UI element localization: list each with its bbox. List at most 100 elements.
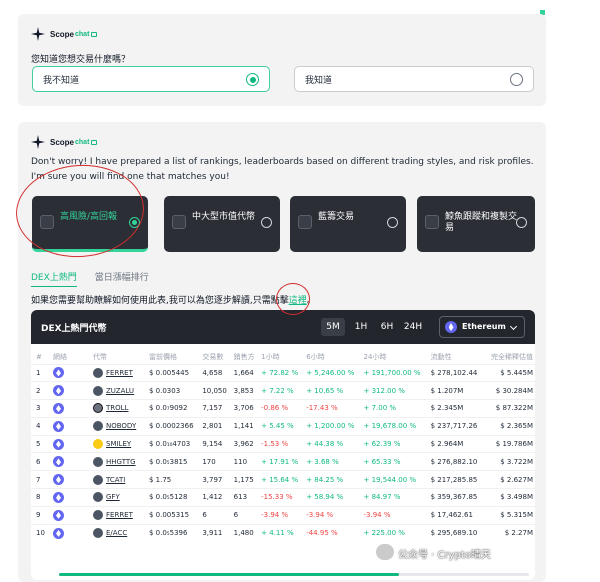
cell-24h: + 19,678.00 % bbox=[361, 416, 429, 436]
brand-ai: chat bbox=[75, 138, 90, 146]
strategy-blue-chip[interactable]: 藍籌交易 bbox=[290, 196, 406, 252]
token-icon bbox=[93, 492, 103, 503]
cell-txns: 6 bbox=[200, 505, 232, 525]
cell-liquidity: $ 237,717.26 bbox=[428, 416, 485, 436]
table-header-bar: DEX上熱門代幣 5M 1H 6H 24H Ethereum bbox=[31, 310, 535, 344]
cell-network bbox=[51, 523, 91, 542]
cell-fdv: $ 2.365M bbox=[484, 416, 535, 436]
cell-24h: -3.94 % bbox=[361, 505, 429, 525]
table-row[interactable]: 5 SMILEY $ 0.0₁₀4703 9,154 3,962 -1.53 % + 44.… bbox=[31, 434, 535, 453]
radio-empty-icon[interactable] bbox=[516, 217, 527, 228]
ethereum-icon bbox=[53, 438, 64, 450]
cell-makers: 3,962 bbox=[231, 434, 260, 453]
brand-name: Scope bbox=[50, 137, 75, 147]
ethereum-icon bbox=[53, 456, 64, 468]
token-name-link[interactable]: ZUZALU bbox=[106, 387, 134, 395]
radio-empty-icon[interactable] bbox=[387, 217, 398, 228]
timeframe-24h[interactable]: 24H bbox=[401, 318, 425, 336]
cell-rank: 10 bbox=[31, 523, 51, 542]
smiley-token-icon bbox=[93, 439, 103, 450]
cell-txns: 3,797 bbox=[200, 470, 232, 489]
radio-empty-icon[interactable] bbox=[261, 217, 272, 228]
timeframe-5m[interactable]: 5M bbox=[321, 318, 345, 336]
tab-dex-trending[interactable]: DEX上熱門 bbox=[31, 270, 77, 287]
strategy-whale-tracking[interactable]: 鯨魚跟蹤和複製交易 bbox=[417, 196, 535, 252]
cell-liquidity: $ 1.207M bbox=[428, 381, 485, 400]
timeframe-1h[interactable]: 1H bbox=[349, 318, 373, 336]
ethereum-icon bbox=[53, 509, 64, 521]
table-row[interactable]: 7 TCATI $ 1.75 3,797 1,175 + 15.64 % + 84.25 %… bbox=[31, 470, 535, 489]
token-table-panel: DEX上熱門代幣 5M 1H 6H 24H Ethereum # 網絡 代幣 當… bbox=[31, 310, 535, 580]
table-row[interactable]: 3 TROLL $ 0.0₇9092 7,157 3,706 -0.86 % -17.43 … bbox=[31, 399, 535, 418]
table-row[interactable]: 10 E/ACC $ 0.0₅5396 3,911 1,480 + 4.11 % -44.9… bbox=[31, 523, 535, 542]
token-name-link[interactable]: SMILEY bbox=[106, 440, 131, 448]
cell-makers: 1,664 bbox=[231, 363, 260, 382]
token-name-link[interactable]: E/ACC bbox=[106, 529, 127, 537]
cell-txns: 7,157 bbox=[200, 399, 232, 418]
cell-token[interactable]: FERRET bbox=[91, 505, 147, 525]
cell-network bbox=[51, 416, 91, 436]
radio-empty-icon[interactable] bbox=[510, 73, 523, 86]
monitor-icon bbox=[425, 215, 439, 229]
cell-token[interactable]: HHGTTG bbox=[91, 452, 147, 471]
cell-24h: + 191,700.00 % bbox=[361, 363, 429, 382]
cell-fdv: $ 19.786M bbox=[484, 434, 535, 453]
radio-selected-icon[interactable] bbox=[246, 73, 259, 86]
token-name-link[interactable]: TCATI bbox=[106, 476, 125, 484]
timeframe-6h[interactable]: 6H bbox=[375, 318, 399, 336]
chain-label: Ethereum bbox=[462, 322, 506, 331]
subtabs: DEX上熱門 當日漲幅排行 bbox=[31, 270, 167, 287]
cell-6h: + 84.25 % bbox=[304, 470, 362, 489]
col-rank: # bbox=[36, 352, 42, 361]
option-know[interactable]: 我知道 bbox=[294, 66, 534, 92]
strategy-label: 藍籌交易 bbox=[318, 212, 355, 222]
chain-select[interactable]: Ethereum bbox=[439, 316, 525, 338]
cell-token[interactable]: TROLL bbox=[91, 399, 147, 418]
cell-token[interactable]: NOBODY bbox=[91, 416, 147, 436]
cell-price: $ 0.0₅5128 bbox=[147, 488, 201, 507]
ethereum-icon bbox=[53, 402, 64, 414]
table-row[interactable]: 4 NOBODY $ 0.0002366 2,801 1,141 + 5.45 % + 1,… bbox=[31, 416, 535, 436]
cell-price: $ 0.005315 bbox=[147, 505, 201, 525]
cell-token[interactable]: TCATI bbox=[91, 470, 147, 489]
cell-network bbox=[51, 381, 91, 400]
cell-rank: 7 bbox=[31, 470, 51, 489]
cell-token[interactable]: ZUZALU bbox=[91, 381, 147, 400]
token-name-link[interactable]: TROLL bbox=[106, 404, 128, 412]
cell-token[interactable]: FERRET bbox=[91, 363, 147, 382]
cell-24h: + 19,544.00 % bbox=[361, 470, 429, 489]
cell-token[interactable]: SMILEY bbox=[91, 434, 147, 453]
ethereum-icon bbox=[53, 491, 64, 503]
option-dont-know[interactable]: 我不知道 bbox=[32, 66, 270, 92]
cell-1h: -3.94 % bbox=[259, 505, 305, 525]
token-name-link[interactable]: NOBODY bbox=[106, 422, 136, 430]
cell-token[interactable]: GFY bbox=[91, 488, 147, 507]
table-row[interactable]: 2 ZUZALU $ 0.0303 10,050 3,853 + 7.22 % + 10.6… bbox=[31, 381, 535, 400]
token-name-link[interactable]: GFY bbox=[106, 493, 120, 501]
cell-token[interactable]: E/ACC bbox=[91, 523, 147, 542]
cell-rank: 3 bbox=[31, 399, 51, 418]
troll-token-icon bbox=[93, 403, 103, 414]
table-row[interactable]: 9 FERRET $ 0.005315 6 6 -3.94 % -3.94 % -3.94 %… bbox=[31, 505, 535, 525]
token-name-link[interactable]: FERRET bbox=[106, 511, 133, 519]
cell-txns: 2,801 bbox=[200, 416, 232, 436]
cell-txns: 3,911 bbox=[200, 523, 232, 542]
tab-daily-gainers[interactable]: 當日漲幅排行 bbox=[95, 270, 149, 287]
scrollbar-thumb[interactable] bbox=[59, 573, 399, 576]
table-scrollbar[interactable] bbox=[59, 573, 529, 576]
table-row[interactable]: 1 FERRET $ 0.005445 4,658 1,664 + 72.82 % + 5,… bbox=[31, 363, 535, 382]
table-row[interactable]: 6 HHGTTG $ 0.0₅3815 170 110 + 17.91 % + 3.68 %… bbox=[31, 452, 535, 471]
cell-1h: + 5.45 % bbox=[259, 416, 305, 436]
ethereum-icon bbox=[53, 367, 64, 379]
wechat-icon bbox=[376, 544, 394, 560]
cell-6h: + 58.94 % bbox=[304, 488, 362, 507]
table-row[interactable]: 8 GFY $ 0.0₅5128 1,412 613 -15.33 % + 58.94 % +… bbox=[31, 488, 535, 507]
token-name-link[interactable]: FERRET bbox=[106, 369, 133, 377]
cell-6h: -17.43 % bbox=[304, 399, 362, 418]
cell-network bbox=[51, 470, 91, 489]
cell-makers: 1,175 bbox=[231, 470, 260, 489]
token-name-link[interactable]: HHGTTG bbox=[106, 458, 136, 466]
token-icon bbox=[93, 421, 103, 432]
strategy-mid-cap[interactable]: 中大型市值代幣 bbox=[164, 196, 280, 252]
cell-price: $ 1.75 bbox=[147, 470, 201, 489]
